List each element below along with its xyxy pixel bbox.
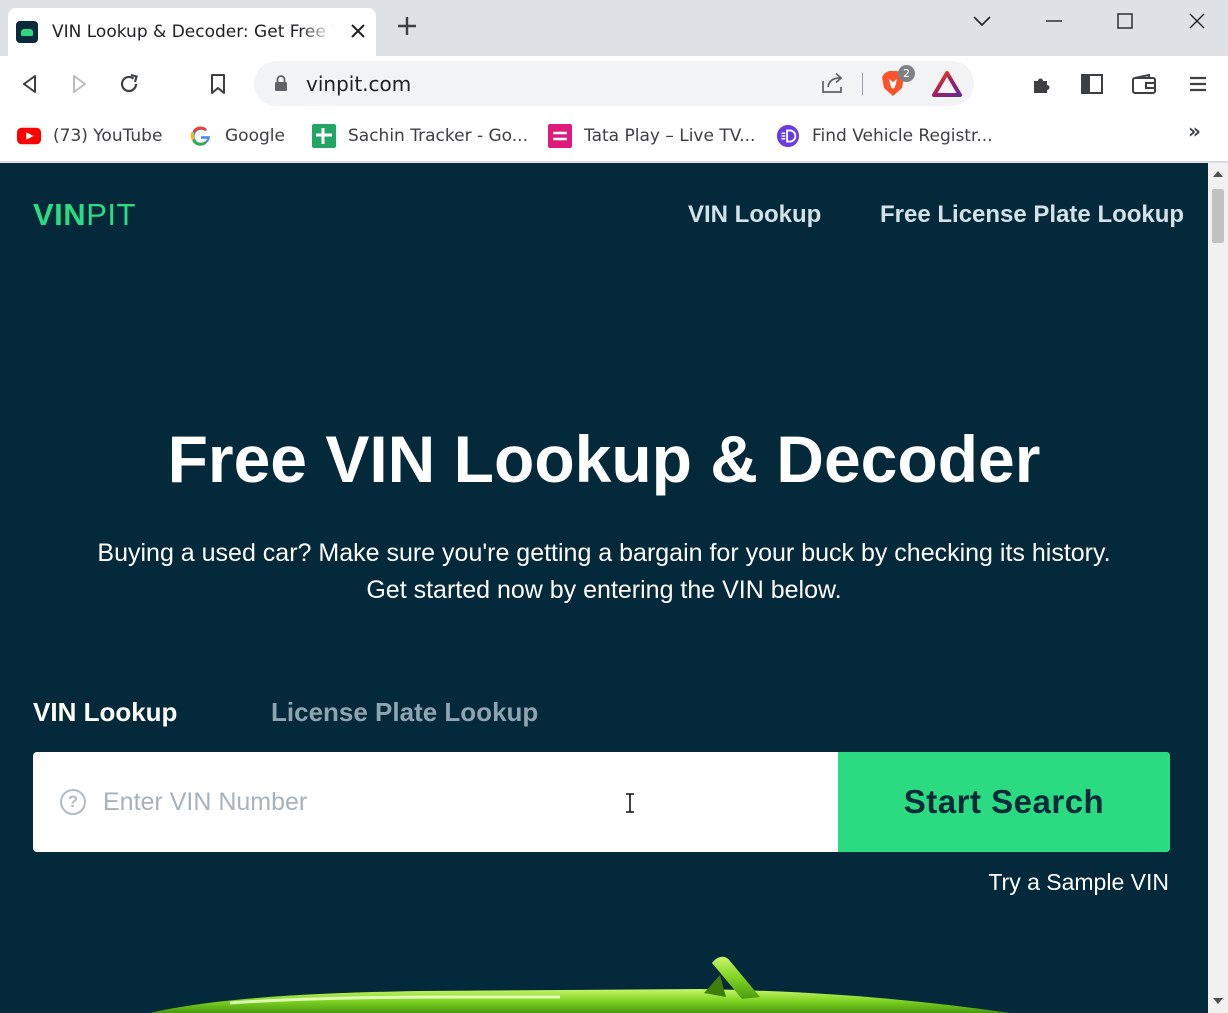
- bookmark-label: Sachin Tracker - Go...: [348, 126, 528, 146]
- share-icon[interactable]: [820, 72, 846, 98]
- maximize-icon[interactable]: [1110, 8, 1140, 34]
- browser-toolbar: vinpit.com 2: [0, 56, 1228, 112]
- tab-search-chevron-down-icon[interactable]: [967, 8, 997, 34]
- sheets-icon: [312, 124, 336, 148]
- back-icon[interactable]: [14, 68, 46, 100]
- tab-vin-lookup[interactable]: VIN Lookup: [33, 697, 177, 728]
- bookmark-tata-play[interactable]: Tata Play – Live TV...: [548, 121, 755, 151]
- browser-tab-strip: VIN Lookup & Decoder: Get Free VIN: [0, 0, 1228, 56]
- minimize-icon[interactable]: [1039, 8, 1069, 34]
- sidebar-icon[interactable]: [1076, 68, 1108, 100]
- bookmarks-bar: (73) YouTube Google Sachin Tracker - Go.…: [0, 112, 1228, 162]
- vehicle-registry-icon: [776, 124, 800, 148]
- bookmark-label: Google: [225, 126, 285, 146]
- scrollbar-thumb[interactable]: [1212, 189, 1224, 243]
- text-cursor-icon: [624, 793, 636, 817]
- hero-title: Free VIN Lookup & Decoder: [167, 422, 1041, 496]
- page-viewport: VINPIT VIN Lookup Free License Plate Loo…: [0, 163, 1208, 1013]
- scroll-down-arrow-icon[interactable]: [1213, 998, 1223, 1008]
- bookmark-label: Tata Play – Live TV...: [584, 126, 756, 146]
- tab-title: VIN Lookup & Decoder: Get Free VIN: [52, 22, 334, 42]
- bookmark-find-vehicle-registry[interactable]: Find Vehicle Registr...: [776, 121, 993, 151]
- start-search-button[interactable]: Start Search: [838, 752, 1170, 852]
- menu-icon[interactable]: [1182, 68, 1214, 100]
- address-bar[interactable]: vinpit.com 2: [254, 61, 974, 106]
- vin-number-input[interactable]: [103, 782, 803, 822]
- vinpit-favicon-icon: [16, 21, 38, 43]
- tab-close-icon[interactable]: [350, 20, 366, 44]
- bookmark-youtube[interactable]: (73) YouTube: [17, 121, 162, 151]
- nav-license-plate-lookup-link[interactable]: Free License Plate Lookup: [880, 201, 1184, 229]
- browser-tab[interactable]: VIN Lookup & Decoder: Get Free VIN: [8, 8, 376, 56]
- hero-subtitle-line-1: Buying a used car? Make sure you're gett…: [97, 539, 1111, 567]
- bookmark-sachin-tracker[interactable]: Sachin Tracker - Go...: [312, 121, 528, 151]
- brave-rewards-icon[interactable]: [932, 71, 962, 101]
- extensions-icon[interactable]: [1026, 68, 1058, 100]
- bookmark-google[interactable]: Google: [189, 121, 285, 151]
- bookmark-label: (73) YouTube: [53, 126, 163, 146]
- scroll-up-arrow-icon[interactable]: [1213, 171, 1223, 181]
- tata-play-icon: [548, 124, 572, 148]
- lock-icon[interactable]: [274, 74, 288, 96]
- brave-shield-badge: 2: [898, 65, 915, 82]
- wallet-icon[interactable]: [1128, 68, 1160, 100]
- tab-license-plate-lookup[interactable]: License Plate Lookup: [271, 697, 538, 728]
- vinpit-logo[interactable]: VINPIT: [33, 197, 136, 233]
- bookmark-label: Find Vehicle Registr...: [812, 126, 993, 146]
- hero-subtitle-line-2: Get started now by entering the VIN belo…: [366, 576, 842, 604]
- omnibox-separator: [862, 73, 863, 95]
- bookmarks-overflow-button[interactable]: »: [1188, 119, 1201, 143]
- reload-icon[interactable]: [113, 68, 145, 100]
- bookmark-icon[interactable]: [202, 68, 234, 100]
- car-image: [150, 956, 1010, 1013]
- forward-icon[interactable]: [63, 68, 95, 100]
- nav-vin-lookup-link[interactable]: VIN Lookup: [688, 201, 821, 229]
- logo-text-vin: VIN: [33, 197, 87, 232]
- hero-subtitle: Buying a used car? Make sure you're gett…: [0, 535, 1208, 609]
- vin-search-field[interactable]: ?: [33, 752, 838, 852]
- page-scrollbar[interactable]: [1208, 163, 1228, 1013]
- youtube-icon: [17, 124, 41, 148]
- url-text: vinpit.com: [306, 72, 412, 96]
- new-tab-button[interactable]: [396, 14, 418, 42]
- window-close-icon[interactable]: [1182, 8, 1212, 34]
- google-icon: [189, 124, 213, 148]
- logo-text-pit: PIT: [86, 197, 136, 232]
- help-icon[interactable]: ?: [60, 789, 86, 815]
- vin-search-form: ? Start Search: [33, 752, 1170, 852]
- try-sample-vin-link[interactable]: Try a Sample VIN: [988, 869, 1169, 896]
